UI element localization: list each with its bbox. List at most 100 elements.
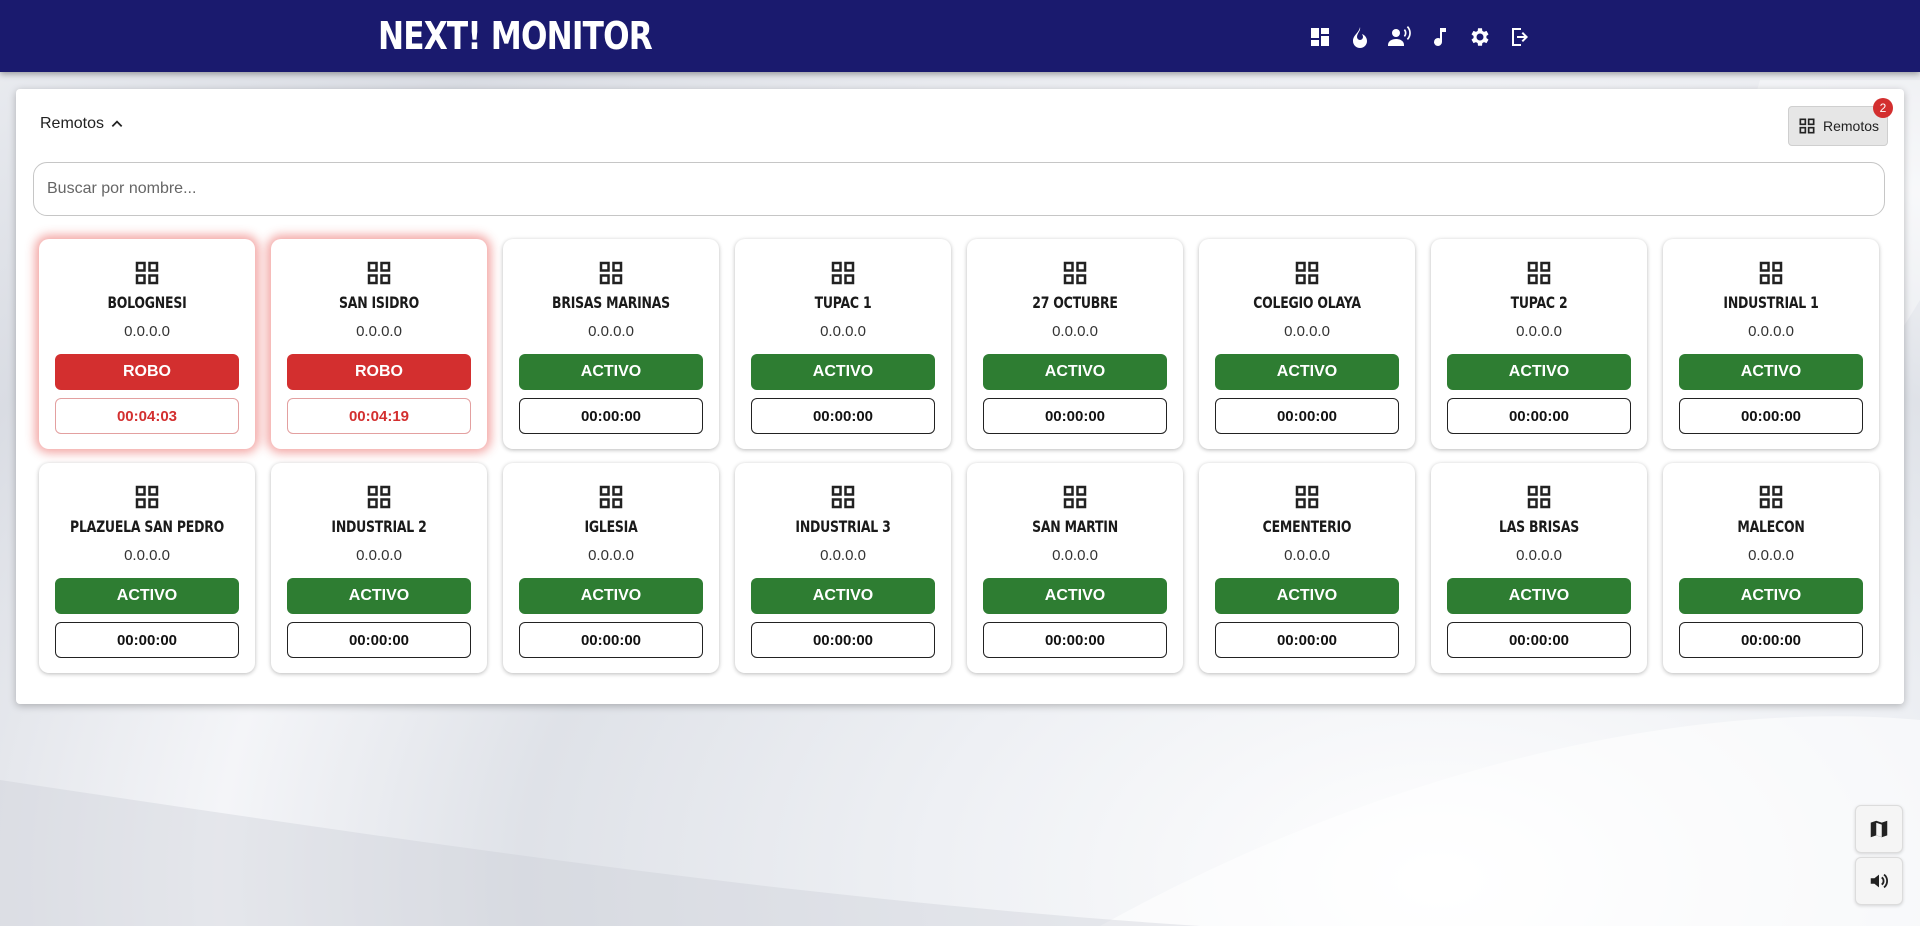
remote-name: BOLOGNESI xyxy=(107,293,187,312)
remote-card[interactable]: COLEGIO OLAYA 0.0.0.0 ACTIVO 00:00:00 xyxy=(1199,239,1415,449)
remote-card[interactable]: 27 OCTUBRE 0.0.0.0 ACTIVO 00:00:00 xyxy=(967,239,1183,449)
remotes-panel: Remotos Remotos 2 BOLOGNESI 0.0.0.0 ROBO 00… xyxy=(16,89,1904,704)
remote-timer: 00:00:00 xyxy=(751,398,935,434)
remote-ip: 0.0.0.0 xyxy=(356,547,402,564)
remote-grid-icon xyxy=(132,482,162,512)
remote-card[interactable]: MALECON 0.0.0.0 ACTIVO 00:00:00 xyxy=(1663,463,1879,673)
remote-name: BRISAS MARINAS xyxy=(552,293,670,312)
remote-card[interactable]: CEMENTERIO 0.0.0.0 ACTIVO 00:00:00 xyxy=(1199,463,1415,673)
remotos-count-badge: 2 xyxy=(1873,98,1893,118)
remote-ip: 0.0.0.0 xyxy=(356,323,402,340)
remote-card[interactable]: TUPAC 1 0.0.0.0 ACTIVO 00:00:00 xyxy=(735,239,951,449)
remote-status-button[interactable]: ROBO xyxy=(287,354,471,390)
remote-timer: 00:00:00 xyxy=(983,622,1167,658)
remotes-toggle-label: Remotos xyxy=(40,115,105,132)
brand-logo[interactable]: NEXT! MONITOR xyxy=(378,6,653,66)
fire-icon[interactable] xyxy=(1340,22,1380,52)
chevron-up-icon xyxy=(111,120,123,127)
remote-name: CEMENTERIO xyxy=(1262,517,1352,536)
remote-ip: 0.0.0.0 xyxy=(1284,323,1330,340)
remote-status-button[interactable]: ACTIVO xyxy=(983,578,1167,614)
remote-timer: 00:04:19 xyxy=(287,398,471,434)
remote-grid-icon xyxy=(1292,258,1322,288)
remote-ip: 0.0.0.0 xyxy=(1284,547,1330,564)
remote-timer: 00:00:00 xyxy=(1447,622,1631,658)
remote-grid-icon xyxy=(364,258,394,288)
remote-ip: 0.0.0.0 xyxy=(588,547,634,564)
remote-ip: 0.0.0.0 xyxy=(1748,547,1794,564)
remote-timer: 00:00:00 xyxy=(1215,398,1399,434)
nav-icon-bar xyxy=(1300,22,1540,52)
gear-icon[interactable] xyxy=(1460,22,1500,52)
remote-status-button[interactable]: ACTIVO xyxy=(1679,578,1863,614)
remote-status-button[interactable]: ACTIVO xyxy=(1215,578,1399,614)
remote-card[interactable]: SAN ISIDRO 0.0.0.0 ROBO 00:04:19 xyxy=(271,239,487,449)
remote-name: IGLESIA xyxy=(584,517,638,536)
remote-timer: 00:00:00 xyxy=(1679,622,1863,658)
remote-card[interactable]: LAS BRISAS 0.0.0.0 ACTIVO 00:00:00 xyxy=(1431,463,1647,673)
remote-grid-icon xyxy=(828,258,858,288)
remote-status-button[interactable]: ACTIVO xyxy=(519,354,703,390)
remote-ip: 0.0.0.0 xyxy=(1748,323,1794,340)
remotos-view-button[interactable]: Remotos 2 xyxy=(1787,98,1893,146)
remote-status-button[interactable]: ACTIVO xyxy=(1679,354,1863,390)
remote-status-button[interactable]: ACTIVO xyxy=(751,354,935,390)
remote-status-button[interactable]: ACTIVO xyxy=(1447,354,1631,390)
remote-status-button[interactable]: ACTIVO xyxy=(983,354,1167,390)
map-icon xyxy=(1870,820,1888,838)
top-navbar: NEXT! MONITOR xyxy=(0,0,1920,72)
remote-card[interactable]: TUPAC 2 0.0.0.0 ACTIVO 00:00:00 xyxy=(1431,239,1647,449)
remote-card[interactable]: BRISAS MARINAS 0.0.0.0 ACTIVO 00:00:00 xyxy=(503,239,719,449)
remote-name: LAS BRISAS xyxy=(1498,517,1579,536)
remote-name: PLAZUELA SAN PEDRO xyxy=(70,517,224,536)
dashboard-icon[interactable] xyxy=(1300,22,1340,52)
remote-grid-icon xyxy=(364,482,394,512)
remote-status-button[interactable]: ACTIVO xyxy=(287,578,471,614)
remote-timer: 00:00:00 xyxy=(55,622,239,658)
remote-name: MALECON xyxy=(1737,517,1805,536)
remote-status-button[interactable]: ACTIVO xyxy=(1447,578,1631,614)
remote-status-button[interactable]: ACTIVO xyxy=(1215,354,1399,390)
remote-timer: 00:00:00 xyxy=(1215,622,1399,658)
remote-status-button[interactable]: ROBO xyxy=(55,354,239,390)
remote-grid-icon xyxy=(1756,482,1786,512)
remote-grid-icon xyxy=(828,482,858,512)
remote-grid-icon xyxy=(1524,482,1554,512)
remote-name: 27 OCTUBRE xyxy=(1032,293,1118,312)
grid-icon xyxy=(1799,118,1815,134)
remote-card[interactable]: INDUSTRIAL 2 0.0.0.0 ACTIVO 00:00:00 xyxy=(271,463,487,673)
remote-status-button[interactable]: ACTIVO xyxy=(519,578,703,614)
remotes-grid: BOLOGNESI 0.0.0.0 ROBO 00:04:03 SAN ISIDRO 0.… xyxy=(39,239,1879,673)
logout-icon[interactable] xyxy=(1500,22,1540,52)
remote-card[interactable]: SAN MARTIN 0.0.0.0 ACTIVO 00:00:00 xyxy=(967,463,1183,673)
remote-timer: 00:00:00 xyxy=(751,622,935,658)
remote-grid-icon xyxy=(596,258,626,288)
remote-timer: 00:00:00 xyxy=(983,398,1167,434)
remote-name: INDUSTRIAL 1 xyxy=(1723,293,1819,312)
remote-card[interactable]: IGLESIA 0.0.0.0 ACTIVO 00:00:00 xyxy=(503,463,719,673)
remote-grid-icon xyxy=(1060,258,1090,288)
remote-timer: 00:00:00 xyxy=(519,622,703,658)
remote-grid-icon xyxy=(596,482,626,512)
remote-grid-icon xyxy=(1060,482,1090,512)
music-note-icon[interactable] xyxy=(1420,22,1460,52)
search-input[interactable] xyxy=(33,162,1885,216)
remote-card[interactable]: PLAZUELA SAN PEDRO 0.0.0.0 ACTIVO 00:00:00 xyxy=(39,463,255,673)
remote-card[interactable]: BOLOGNESI 0.0.0.0 ROBO 00:04:03 xyxy=(39,239,255,449)
remotes-collapse-toggle[interactable]: Remotos xyxy=(40,115,124,133)
remote-card[interactable]: INDUSTRIAL 1 0.0.0.0 ACTIVO 00:00:00 xyxy=(1663,239,1879,449)
remote-ip: 0.0.0.0 xyxy=(820,323,866,340)
map-button[interactable] xyxy=(1855,805,1903,853)
remote-name: INDUSTRIAL 3 xyxy=(795,517,891,536)
remote-timer: 00:04:03 xyxy=(55,398,239,434)
remote-grid-icon xyxy=(1524,258,1554,288)
remote-ip: 0.0.0.0 xyxy=(1052,547,1098,564)
remote-status-button[interactable]: ACTIVO xyxy=(751,578,935,614)
remote-status-button[interactable]: ACTIVO xyxy=(55,578,239,614)
remote-card[interactable]: INDUSTRIAL 3 0.0.0.0 ACTIVO 00:00:00 xyxy=(735,463,951,673)
remote-grid-icon xyxy=(132,258,162,288)
volume-button[interactable] xyxy=(1855,857,1903,905)
speaker-person-icon[interactable] xyxy=(1380,22,1420,52)
remote-grid-icon xyxy=(1756,258,1786,288)
remote-name: SAN ISIDRO xyxy=(339,293,419,312)
